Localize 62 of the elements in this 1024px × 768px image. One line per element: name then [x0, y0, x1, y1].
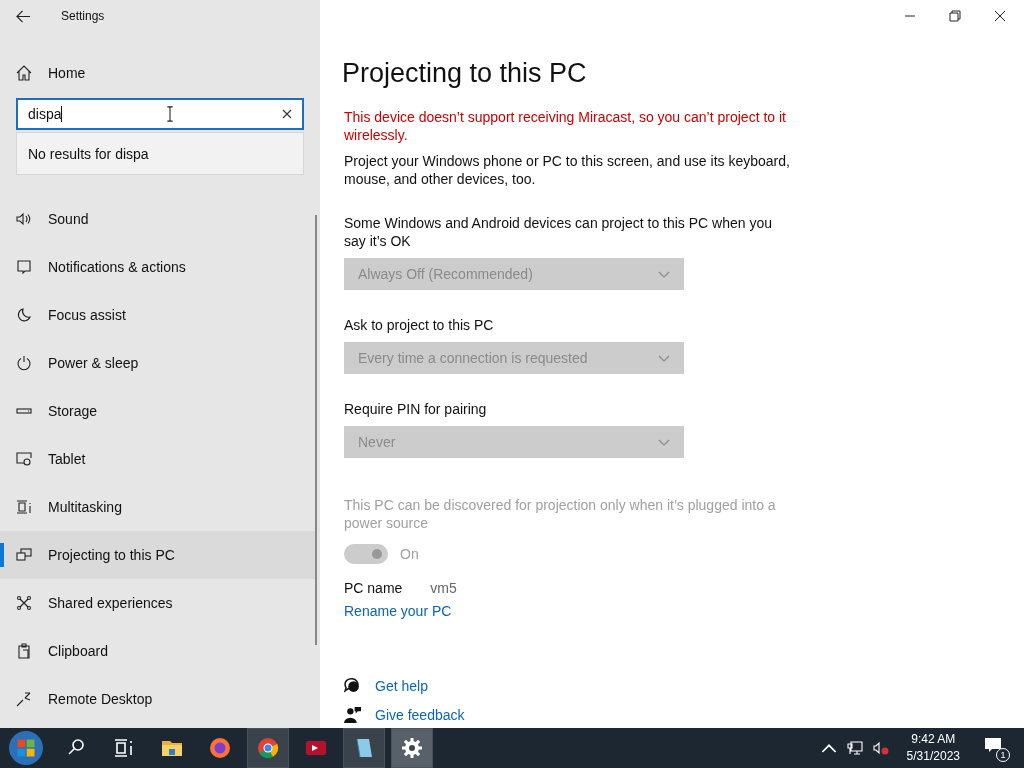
nav-item[interactable]: Shared experiences: [0, 579, 316, 627]
restore-icon[interactable]: [949, 10, 961, 22]
projecting-icon: [16, 547, 32, 563]
nav-item[interactable]: Multitasking: [0, 483, 316, 531]
taskbar-button[interactable]: [391, 728, 433, 768]
nav-item[interactable]: Projecting to this PC: [0, 531, 316, 579]
setting-label: Require PIN for pairing: [344, 400, 488, 418]
multitasking-icon: [16, 499, 32, 515]
description-text: Project your Windows phone or PC to this screen, and use its keyboard, mouse, and other devices, too.: [344, 152, 791, 188]
settings-icon: [400, 736, 424, 760]
notification-count: 1: [996, 748, 1010, 762]
chrome-ball-icon: [256, 736, 280, 760]
nav-item[interactable]: Notifications & actions: [0, 243, 316, 291]
back-arrow-icon[interactable]: [16, 8, 31, 24]
search-field[interactable]: dispa: [16, 98, 304, 130]
time-text: 9:42 AM: [911, 731, 956, 748]
clock[interactable]: 9:42 AM 5/31/2023: [906, 731, 960, 765]
rename-link[interactable]: Rename your PC: [344, 603, 452, 619]
nav-item[interactable]: Power & sleep: [0, 339, 316, 387]
toggle-label: On: [400, 546, 419, 562]
help-link[interactable]: Get help: [375, 677, 428, 694]
sound-icon: [16, 211, 32, 227]
pc-name-label: PC name: [344, 580, 403, 596]
clipboard-icon: [16, 643, 32, 659]
discovery-note: This PC can be discovered for projection only when it’s plugged into a power source: [344, 496, 777, 532]
window-title: Settings: [61, 9, 105, 23]
taskbar-button[interactable]: [247, 728, 289, 768]
nav-item[interactable]: Sound: [0, 195, 316, 243]
error-message: This device doesn’t support receiving Miracast, so you can’t project to it wirelessly.: [344, 108, 787, 144]
scrollbar[interactable]: [315, 215, 317, 645]
notifications-icon: [16, 259, 32, 275]
power-icon: [16, 355, 32, 371]
setting-label: Ask to project to this PC: [344, 316, 495, 334]
notification-icon[interactable]: [984, 737, 1002, 753]
tablet-icon: [16, 451, 32, 467]
setting-label: Some Windows and Android devices can project to this PC when you say it’s OK: [344, 214, 773, 250]
search-suggestion[interactable]: No results for dispa: [16, 132, 304, 175]
close-icon[interactable]: [282, 109, 292, 119]
chevron-icon: [658, 438, 670, 446]
page-title: Projecting to this PC: [342, 57, 588, 90]
nav-item[interactable]: Clipboard: [0, 627, 316, 675]
chevron-icon: [658, 270, 670, 278]
close-icon[interactable]: [994, 10, 1006, 22]
volume-muted-icon[interactable]: [872, 741, 889, 755]
nav-item[interactable]: Tablet: [0, 435, 316, 483]
date-text: 5/31/2023: [906, 748, 960, 765]
chevron-icon: [658, 354, 670, 362]
pc-name-value: vm5: [430, 580, 457, 596]
nav-item[interactable]: Focus assist: [0, 291, 316, 339]
moon-icon: [16, 307, 32, 323]
home-icon: [16, 65, 32, 81]
nav-item[interactable]: Storage: [0, 387, 316, 435]
shared-icon: [16, 595, 32, 611]
taskbar-button[interactable]: [343, 728, 385, 768]
windows-logo-icon: [9, 731, 43, 765]
help-chat-icon: [344, 677, 361, 694]
network-icon[interactable]: [846, 741, 863, 755]
feedback-person-icon: [344, 706, 361, 723]
home-link[interactable]: Home: [16, 48, 94, 98]
text-cursor-icon: [166, 106, 174, 122]
help-link[interactable]: Give feedback: [375, 706, 465, 723]
nav-item[interactable]: Remote Desktop: [0, 675, 316, 723]
